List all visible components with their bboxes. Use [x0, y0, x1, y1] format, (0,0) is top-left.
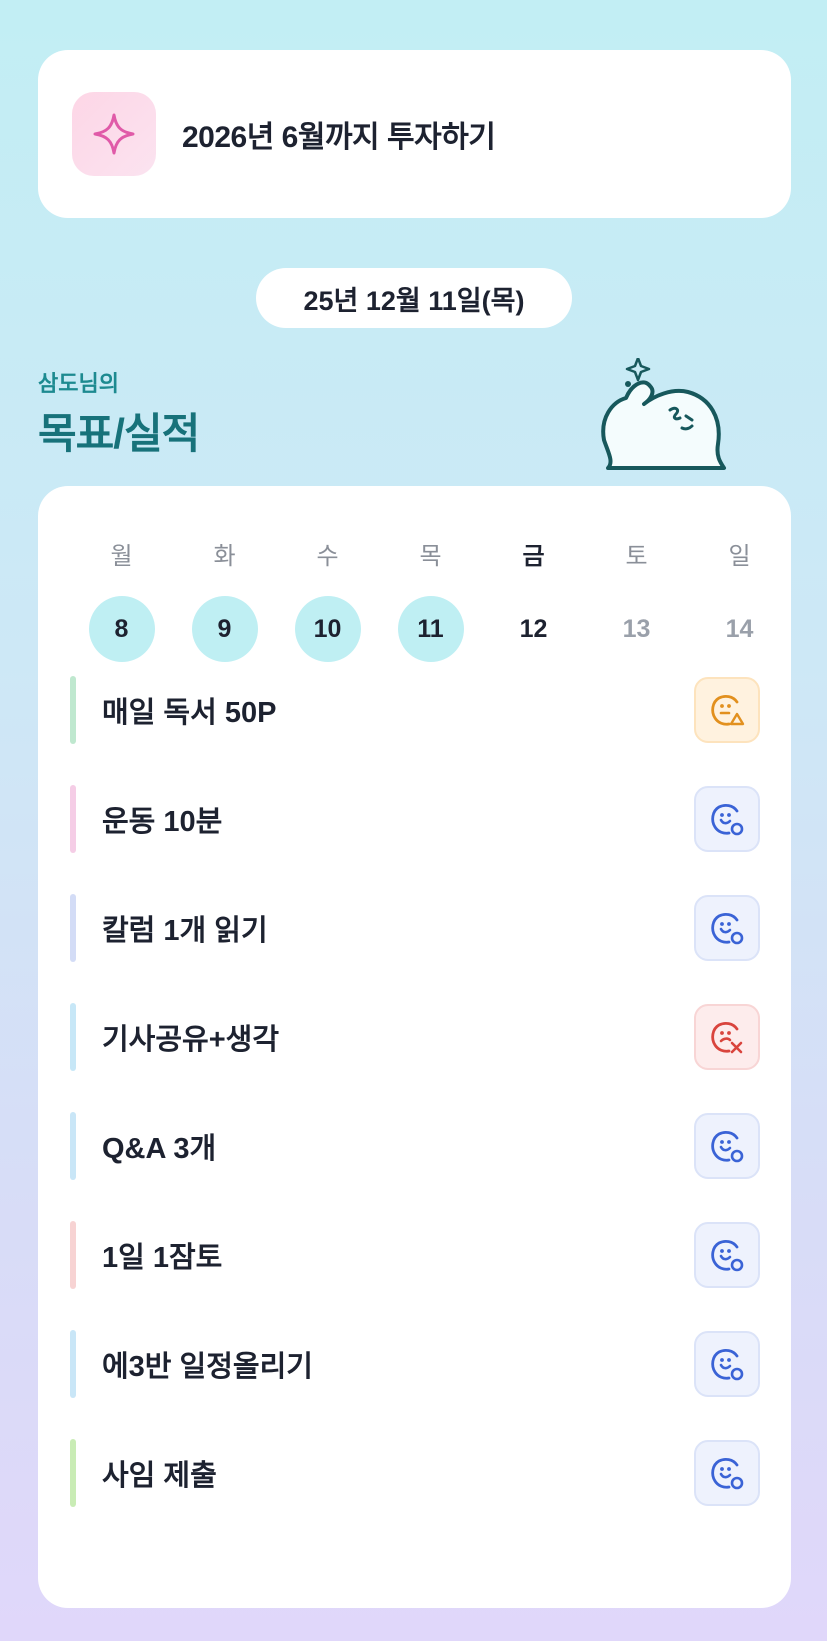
sparkle-icon [72, 92, 156, 176]
task-label: 기사공유+생각 [102, 1024, 280, 1056]
task-label: 운동 10분 [102, 806, 223, 838]
status-ok-icon[interactable] [694, 1440, 760, 1506]
day-cell[interactable]: 12 [482, 596, 585, 662]
weekday-label: 화 [213, 543, 236, 570]
task-color-bar [70, 1112, 76, 1180]
day-cell[interactable]: 8 [70, 596, 173, 662]
weekday-label: 수 [316, 543, 339, 570]
status-ok-icon[interactable] [694, 1222, 760, 1288]
weekday-label: 일 [728, 543, 751, 570]
task-label: Q&A 3개 [102, 1133, 217, 1165]
status-ok-icon[interactable] [694, 895, 760, 961]
date-pill[interactable]: 25년 12월 11일(목) [256, 268, 572, 328]
goal-text: 2026년 6월까지 투자하기 [182, 121, 496, 154]
task-color-bar [70, 894, 76, 962]
goal-card[interactable]: 2026년 6월까지 투자하기 [38, 50, 791, 218]
task-label: 매일 독서 50P [102, 697, 277, 729]
day-cell[interactable]: 10 [276, 596, 379, 662]
task-color-bar [70, 1439, 76, 1507]
task-label: 에3반 일정올리기 [102, 1351, 313, 1383]
goal-tracker-card: 월 화 수 목 금 토 일 8 9 10 11 12 13 14 매일 독서 5… [38, 486, 791, 1608]
day-number: 13 [622, 614, 651, 643]
day-cell[interactable]: 13 [585, 596, 688, 662]
task-row[interactable]: Q&A 3개 [70, 1112, 760, 1180]
task-label: 1일 1잠토 [102, 1242, 223, 1274]
day-cell[interactable]: 14 [688, 596, 791, 662]
weekday-header: 월 화 수 목 금 토 일 [70, 536, 791, 571]
task-color-bar [70, 1330, 76, 1398]
week-dates: 8 9 10 11 12 13 14 [70, 596, 791, 662]
weekday-label: 월 [110, 543, 133, 570]
status-ok-icon[interactable] [694, 786, 760, 852]
task-color-bar [70, 785, 76, 853]
task-row[interactable]: 에3반 일정올리기 [70, 1330, 760, 1398]
day-number: 11 [397, 596, 464, 662]
day-number: 9 [191, 596, 258, 662]
weekday-label: 금 [522, 543, 545, 570]
status-warn-icon[interactable] [694, 677, 760, 743]
day-cell[interactable]: 9 [173, 596, 276, 662]
day-number: 14 [725, 614, 754, 643]
task-color-bar [70, 1003, 76, 1071]
status-fail-icon[interactable] [694, 1004, 760, 1070]
task-label: 사임 제출 [102, 1460, 217, 1492]
day-number: 8 [88, 596, 155, 662]
owner-label: 삼도님의 [38, 371, 119, 396]
weekday-label: 목 [419, 543, 442, 570]
task-row[interactable]: 사임 제출 [70, 1439, 760, 1507]
task-row[interactable]: 운동 10분 [70, 785, 760, 853]
status-ok-icon[interactable] [694, 1331, 760, 1397]
task-row[interactable]: 매일 독서 50P [70, 676, 760, 744]
task-row[interactable]: 1일 1잠토 [70, 1221, 760, 1289]
day-number: 10 [294, 596, 361, 662]
task-row[interactable]: 칼럼 1개 읽기 [70, 894, 760, 962]
task-color-bar [70, 1221, 76, 1289]
day-number: 12 [519, 614, 548, 643]
day-cell[interactable]: 11 [379, 596, 482, 662]
task-label: 칼럼 1개 읽기 [102, 915, 268, 947]
mascot-illustration [601, 358, 726, 470]
section-title: 목표/실적 [38, 410, 200, 457]
task-color-bar [70, 676, 76, 744]
task-row[interactable]: 기사공유+생각 [70, 1003, 760, 1071]
weekday-label: 토 [625, 543, 648, 570]
status-ok-icon[interactable] [694, 1113, 760, 1179]
